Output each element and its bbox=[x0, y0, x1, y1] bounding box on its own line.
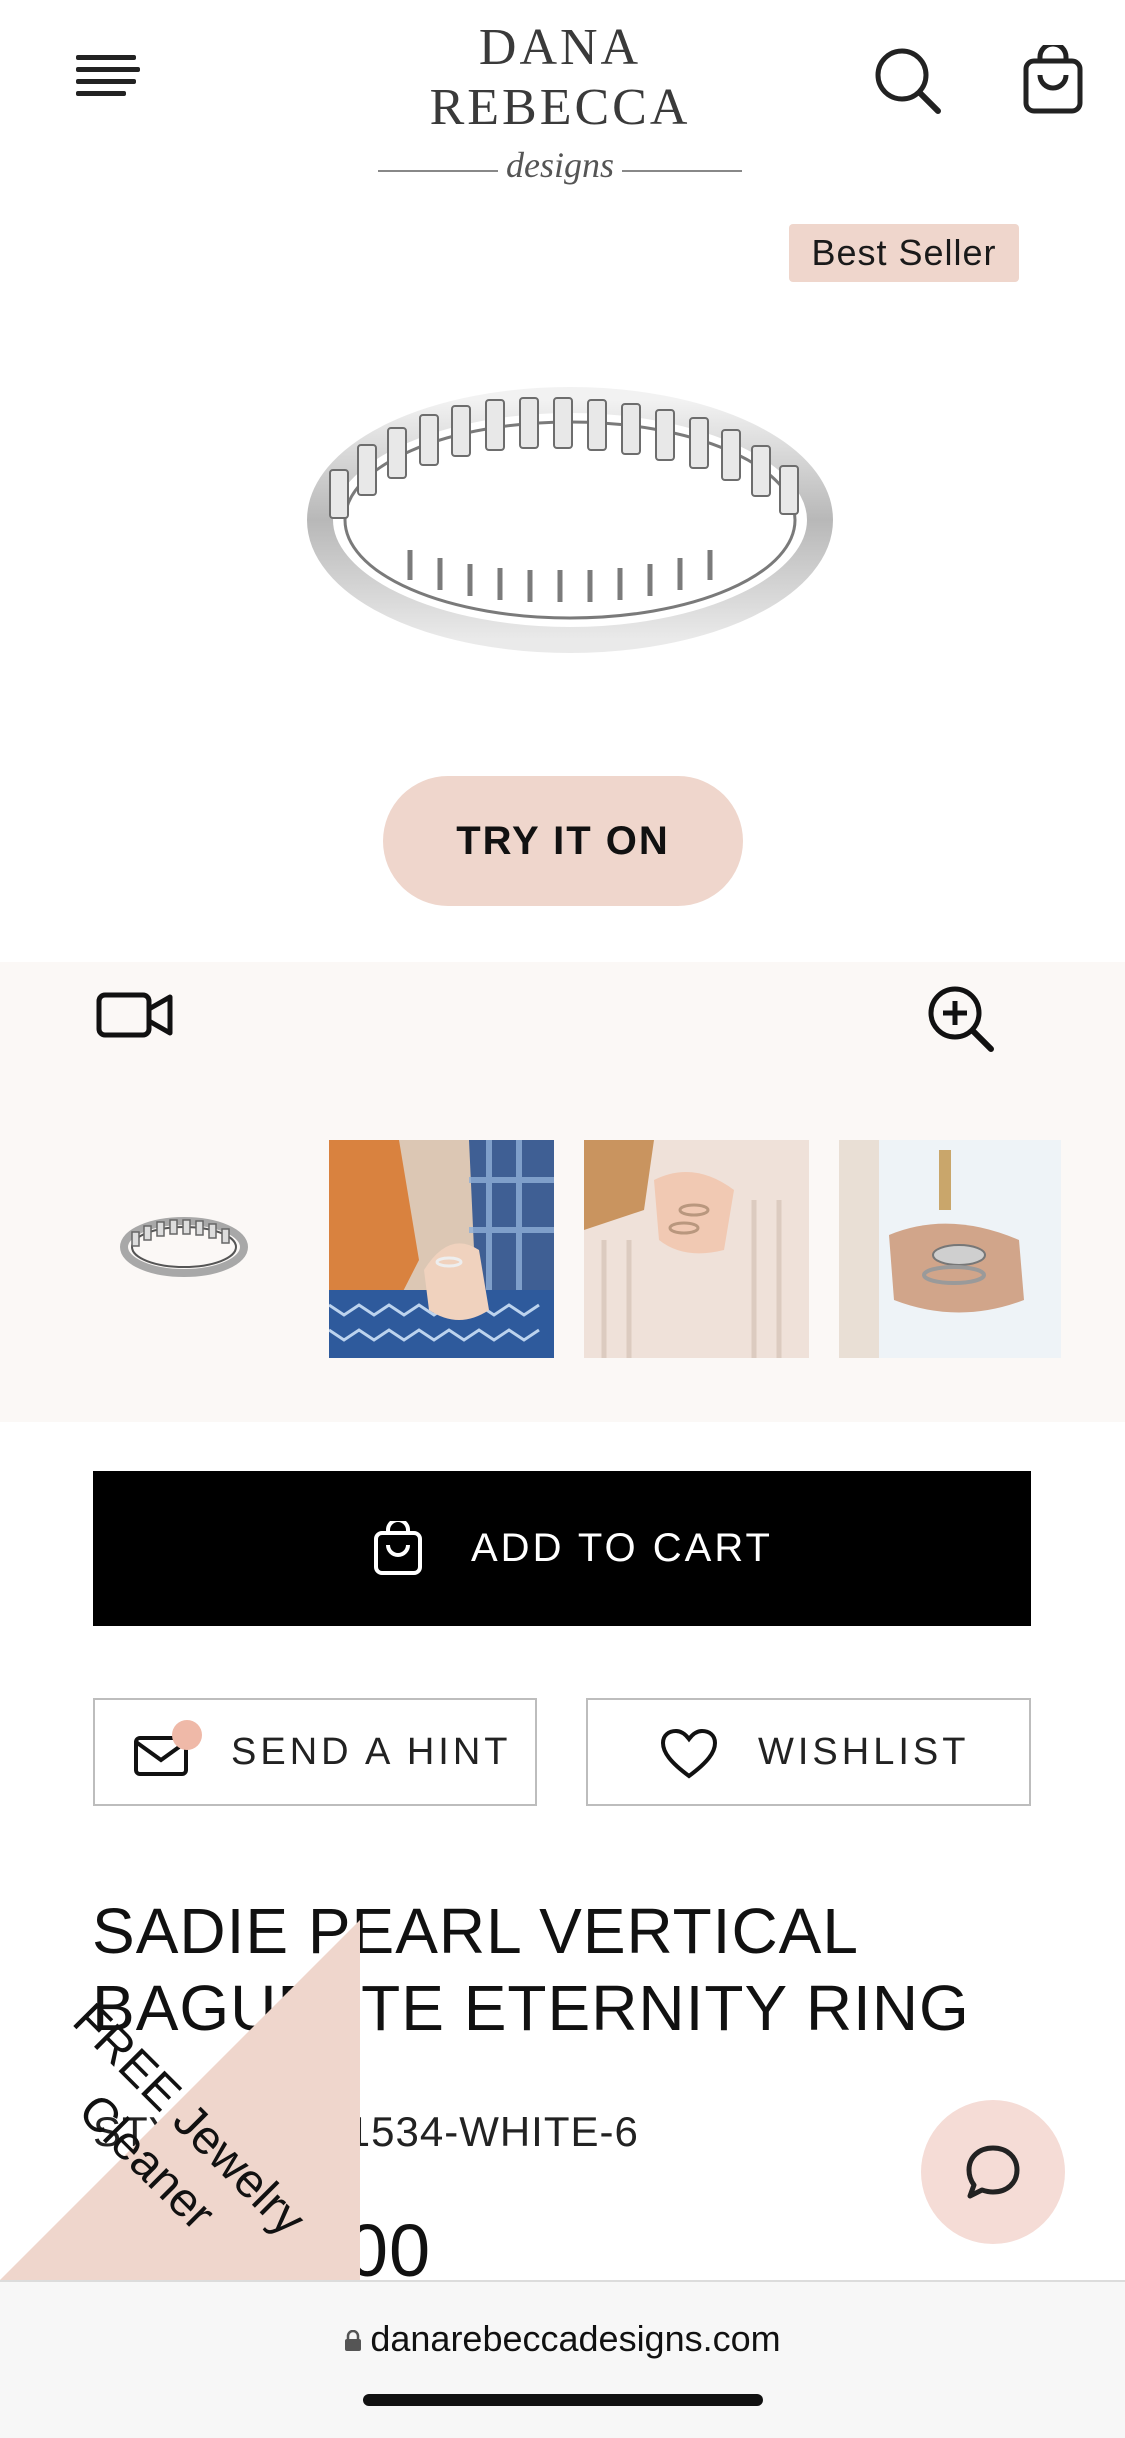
brand-subtitle: designs bbox=[506, 145, 614, 185]
thumbnail-ring[interactable] bbox=[66, 1140, 291, 1358]
try-it-on-button[interactable]: TRY IT ON bbox=[383, 776, 743, 906]
shopping-bag-icon[interactable] bbox=[1018, 45, 1088, 115]
lock-icon bbox=[345, 2330, 362, 2351]
thumbnail-model-knit-sweater[interactable] bbox=[584, 1140, 809, 1358]
zoom-in-icon[interactable] bbox=[925, 983, 995, 1053]
brand-name: DANA REBECCA bbox=[429, 19, 691, 136]
chat-bubble-icon bbox=[966, 2145, 1020, 2199]
search-icon[interactable] bbox=[872, 45, 942, 115]
home-indicator[interactable] bbox=[363, 2394, 763, 2406]
model-knit-sweater-image bbox=[584, 1140, 809, 1358]
ring-thumbnail-image bbox=[120, 1217, 248, 1277]
url-text: danarebeccadesigns.com bbox=[370, 2318, 781, 2359]
best-seller-badge: Best Seller bbox=[789, 224, 1019, 282]
model-white-top-image bbox=[839, 1140, 1061, 1358]
heart-icon bbox=[660, 1728, 718, 1779]
hamburger-menu-icon[interactable] bbox=[76, 55, 140, 105]
add-to-cart-button[interactable]: ADD TO CART bbox=[93, 1471, 1031, 1626]
thumbnail-model-white-top[interactable] bbox=[839, 1140, 1061, 1358]
chat-button[interactable] bbox=[921, 2100, 1065, 2244]
add-to-cart-label: ADD TO CART bbox=[471, 1526, 773, 1570]
send-a-hint-button[interactable]: SEND A HINT bbox=[93, 1698, 537, 1806]
product-main-image[interactable] bbox=[290, 320, 850, 680]
model-plaid-shirt-image bbox=[329, 1140, 554, 1358]
wishlist-button[interactable]: WISHLIST bbox=[586, 1698, 1031, 1806]
brand-logo[interactable]: DANA REBECCA designs bbox=[360, 18, 760, 185]
free-jewelry-cleaner-promo[interactable]: FREE Jewelry Cleaner bbox=[0, 1920, 360, 2280]
wishlist-label: WISHLIST bbox=[758, 1731, 970, 1773]
url-display[interactable]: danarebeccadesigns.com bbox=[0, 2318, 1125, 2360]
thumbnail-model-plaid-shirt[interactable] bbox=[329, 1140, 554, 1358]
video-camera-icon[interactable] bbox=[96, 985, 174, 1045]
notification-dot bbox=[172, 1720, 202, 1750]
send-a-hint-label: SEND A HINT bbox=[231, 1731, 512, 1773]
shopping-bag-icon bbox=[374, 1521, 422, 1575]
